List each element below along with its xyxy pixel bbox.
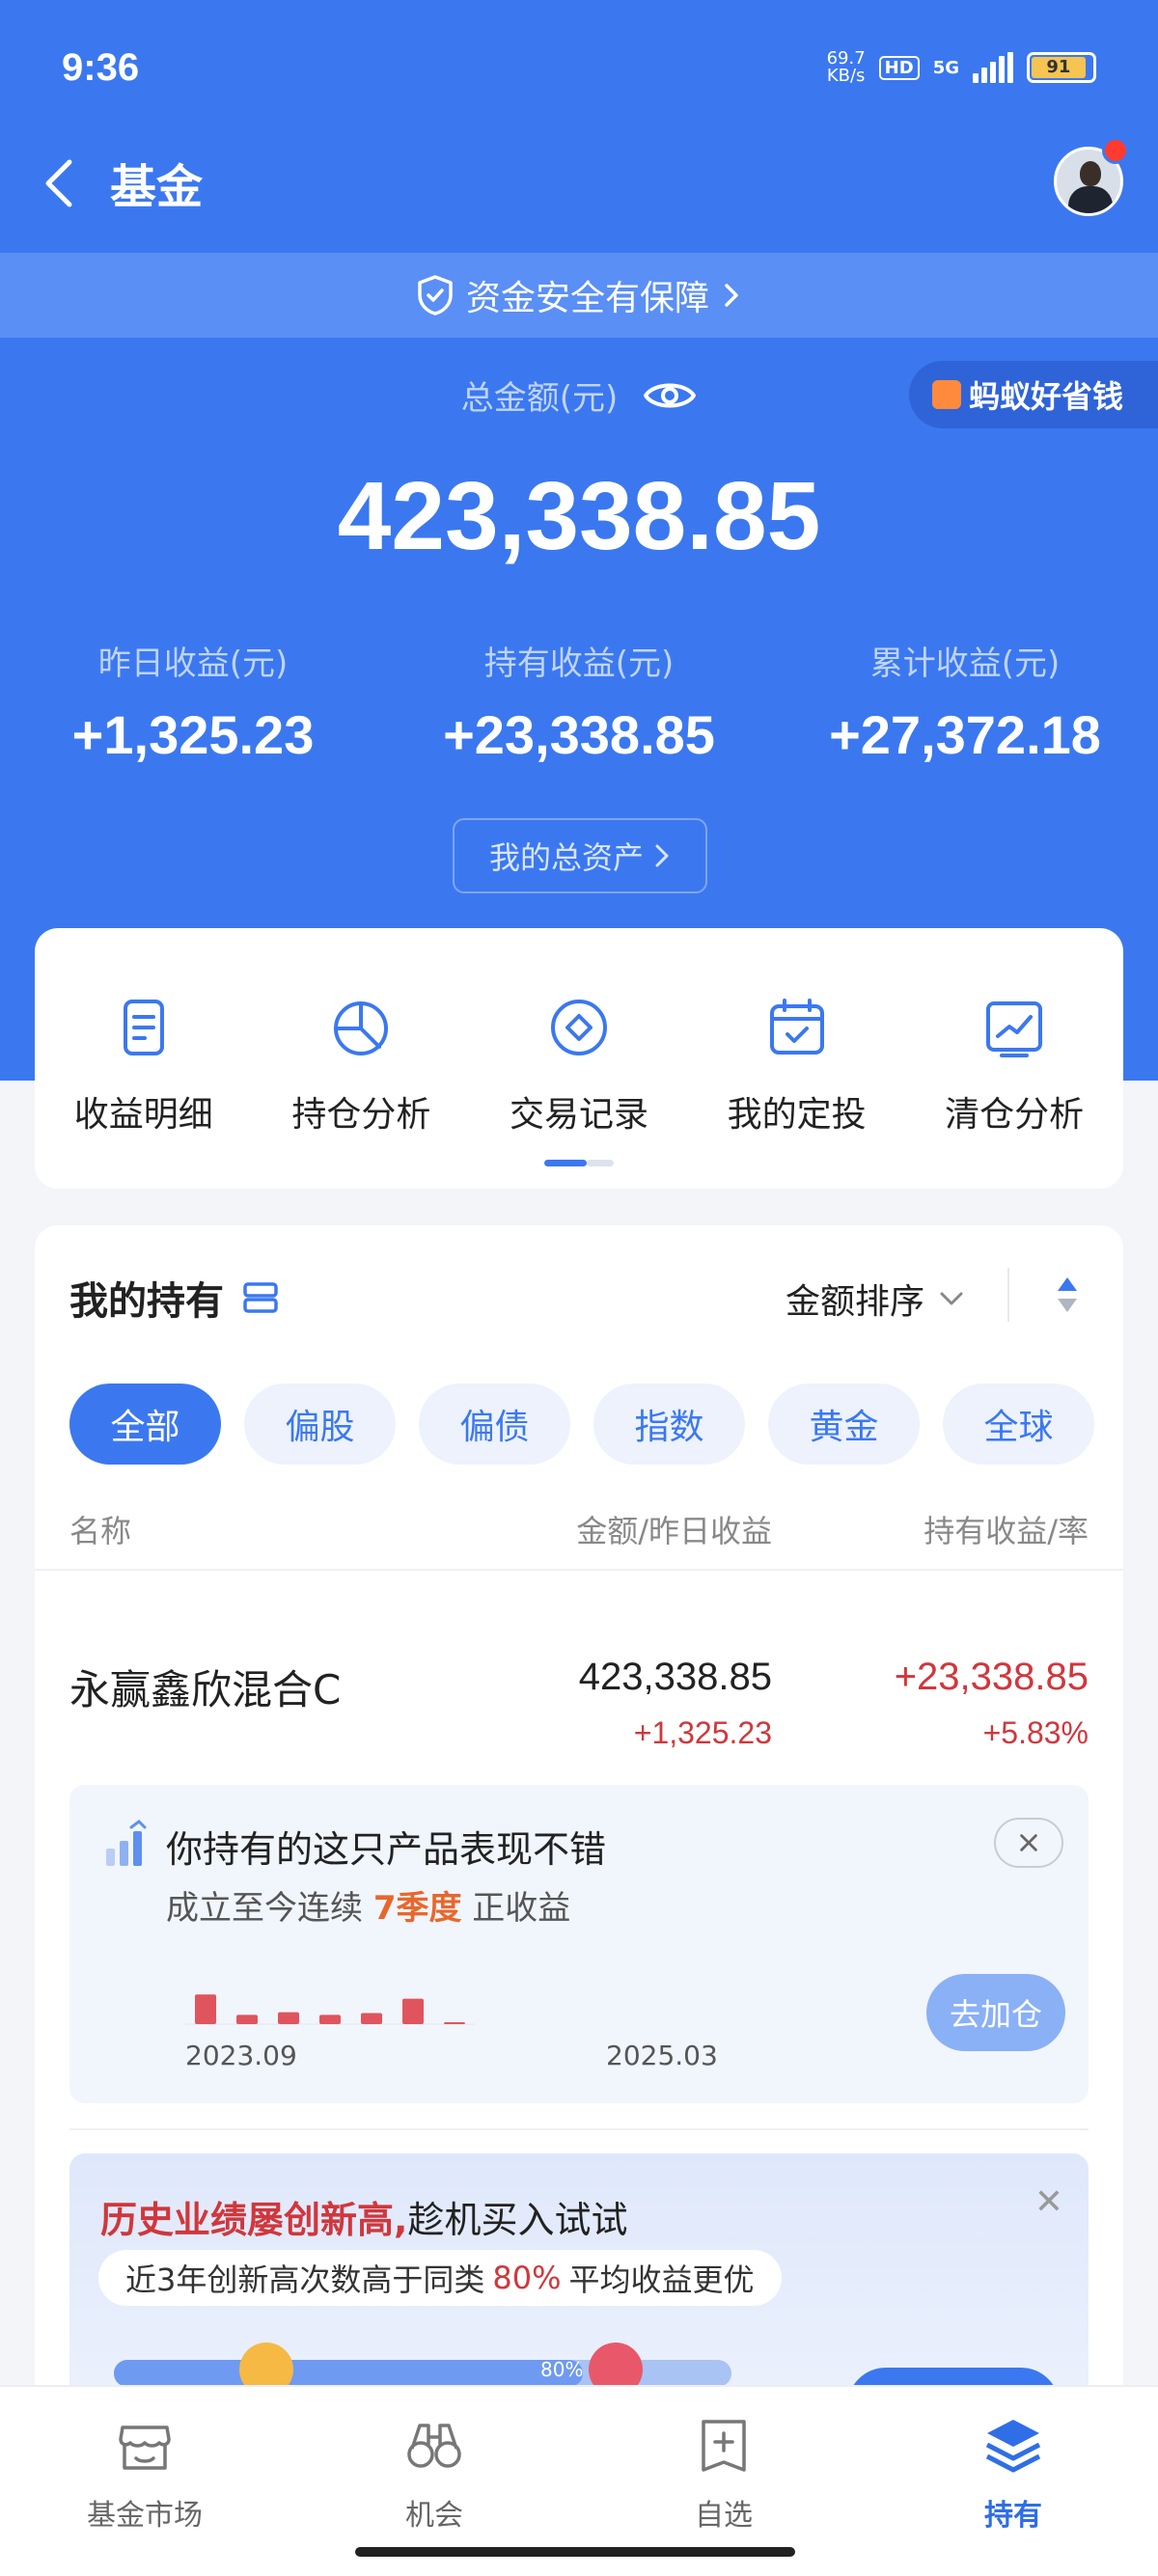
table-row[interactable]: 永赢鑫欣混合C 423,338.85 +1,325.23 +23,338.85 … (69, 1650, 1089, 1775)
chart-bar (278, 2012, 299, 2024)
net-speed: 69.7 KB/s (826, 48, 866, 86)
promo-card[interactable]: 历史业绩屡创新高,趁机买入试试 ✕ 近3年创新高次数高于同类 80% 平均收益更… (69, 2153, 1089, 2422)
profit-stats: 昨日收益(元) +1,325.23 持有收益(元) +23,338.85 累计收… (0, 637, 1158, 766)
home-indicator (355, 2547, 795, 2557)
safety-banner[interactable]: 资金安全有保障 (0, 253, 1158, 338)
add-position-button[interactable]: 去加仓 (926, 1974, 1065, 2051)
filter-bond[interactable]: 偏债 (419, 1384, 570, 1465)
fund-yesterday-profit: +1,325.23 (633, 1715, 772, 1750)
col-amount: 金额/昨日收益 (576, 1513, 772, 1549)
document-icon (123, 1000, 164, 1055)
diamond-circle-icon (550, 1000, 607, 1055)
performance-subtitle: 成立至今连续 7季度 正收益 (166, 1889, 571, 1928)
holdings-title: 我的持有 (69, 1270, 280, 1326)
filter-all[interactable]: 全部 (69, 1384, 221, 1465)
calendar-check-icon (769, 999, 824, 1055)
safety-text: 资金安全有保障 (465, 279, 709, 318)
chart-bar (402, 1998, 424, 2024)
tool-liquidation-analysis[interactable]: 清仓分析 (905, 996, 1123, 1189)
page-indicator (544, 1160, 614, 1166)
tool-my-auto-invest[interactable]: 我的定投 (688, 996, 906, 1189)
close-icon[interactable] (994, 1818, 1063, 1868)
col-name: 名称 (69, 1513, 132, 1549)
holdings-card: 我的持有 金额排序 全部 偏股 偏债 指数 黄金 全球 名称 金额/昨日收益 持… (35, 1225, 1123, 2422)
shield-icon (418, 275, 453, 315)
status-bar: 9:36 69.7 KB/s HD 5G 91 (62, 39, 1096, 96)
chevron-right-icon (655, 844, 669, 867)
battery-level: 91 (1032, 57, 1086, 78)
tool-position-analysis[interactable]: 持仓分析 (253, 996, 471, 1189)
filter-equity[interactable]: 偏股 (244, 1384, 396, 1465)
page-title: 基金 (110, 160, 204, 214)
tool-income-detail[interactable]: 收益明细 (35, 996, 253, 1189)
signal-icon (973, 52, 1013, 83)
stat-yesterday[interactable]: 昨日收益(元) +1,325.23 (0, 637, 386, 766)
hd-icon: HD (878, 55, 920, 80)
chart-bar (319, 2014, 341, 2024)
performance-title: 你持有的这只产品表现不错 (166, 1828, 607, 1871)
fund-hold-rate: +5.83% (982, 1715, 1089, 1750)
stat-holding[interactable]: 持有收益(元) +23,338.85 (386, 637, 772, 766)
axis-start-label: 2023.09 (185, 2040, 297, 2071)
fund-amount: 423,338.85 (578, 1656, 772, 1698)
back-arrow-icon[interactable] (35, 154, 93, 212)
filter-gold[interactable]: 黄金 (768, 1384, 920, 1465)
promo-title: 历史业绩屡创新高,趁机买入试试 (100, 2199, 628, 2241)
promo-stat-pill: 近3年创新高次数高于同类 80% 平均收益更优 (98, 2250, 782, 2306)
sort-order-icon[interactable] (1056, 1275, 1079, 1314)
sort-dropdown[interactable]: 金额排序 (786, 1274, 965, 1324)
status-time: 9:36 (62, 45, 140, 89)
binoculars-icon (407, 2424, 461, 2468)
total-assets-button[interactable]: 我的总资产 (453, 818, 707, 893)
ant-saving-badge[interactable]: 蚂蚁好省钱 (908, 361, 1158, 428)
filter-index[interactable]: 指数 (593, 1384, 745, 1465)
filter-chips: 全部 偏股 偏债 指数 黄金 全球 (69, 1384, 1094, 1465)
layers-icon (985, 2420, 1041, 2473)
line-chart-icon (986, 1001, 1043, 1057)
tool-grid: 收益明细 持仓分析 交易记录 我的定投 清仓分析 (35, 928, 1123, 1189)
chart-bar (444, 2022, 465, 2024)
table-header: 名称 金额/昨日收益 持有收益/率 (69, 1507, 1089, 1555)
pie-chart-icon (334, 1001, 389, 1055)
divider (35, 1569, 1123, 1571)
battery-icon: 91 (1027, 52, 1096, 83)
divider (69, 2128, 1089, 2130)
notification-dot (1102, 137, 1129, 164)
network-label: 5G (932, 57, 959, 78)
chart-bar (236, 2014, 258, 2024)
tab-fund-market[interactable]: 基金市场 (0, 2387, 290, 2576)
stat-cumulative[interactable]: 累计收益(元) +27,372.18 (772, 637, 1158, 766)
chart-bar (195, 1994, 216, 2024)
total-amount: 423,338.85 (337, 462, 821, 570)
close-icon[interactable]: ✕ (1034, 2182, 1063, 2222)
comparison-pct: 80% (540, 2358, 584, 2381)
performance-card: 你持有的这只产品表现不错 成立至今连续 7季度 正收益 2023.09 2025… (69, 1785, 1089, 2103)
chart-bar (361, 2013, 382, 2024)
tab-holdings[interactable]: 持有 (868, 2387, 1158, 2576)
axis-end-label: 2025.03 (606, 2040, 718, 2071)
quarterly-bars-chart (185, 1994, 475, 2025)
divider (1007, 1268, 1009, 1322)
gift-icon (931, 380, 961, 409)
status-icons: 69.7 KB/s HD 5G 91 (827, 50, 1096, 85)
bar-trend-icon (106, 1820, 147, 1866)
filter-global[interactable]: 全球 (943, 1384, 1094, 1465)
col-profit: 持有收益/率 (924, 1513, 1089, 1549)
fund-hold-profit: +23,338.85 (894, 1656, 1089, 1698)
add-box-icon (702, 2420, 746, 2472)
eye-icon[interactable] (643, 378, 697, 413)
store-icon (119, 2425, 171, 2470)
nav-bar: 基金 (0, 135, 1158, 232)
layout-toggle-icon[interactable] (241, 1280, 280, 1315)
chevron-down-icon (940, 1292, 963, 1305)
chevron-right-icon (725, 284, 738, 307)
fund-name: 永赢鑫欣混合C (69, 1666, 342, 1713)
